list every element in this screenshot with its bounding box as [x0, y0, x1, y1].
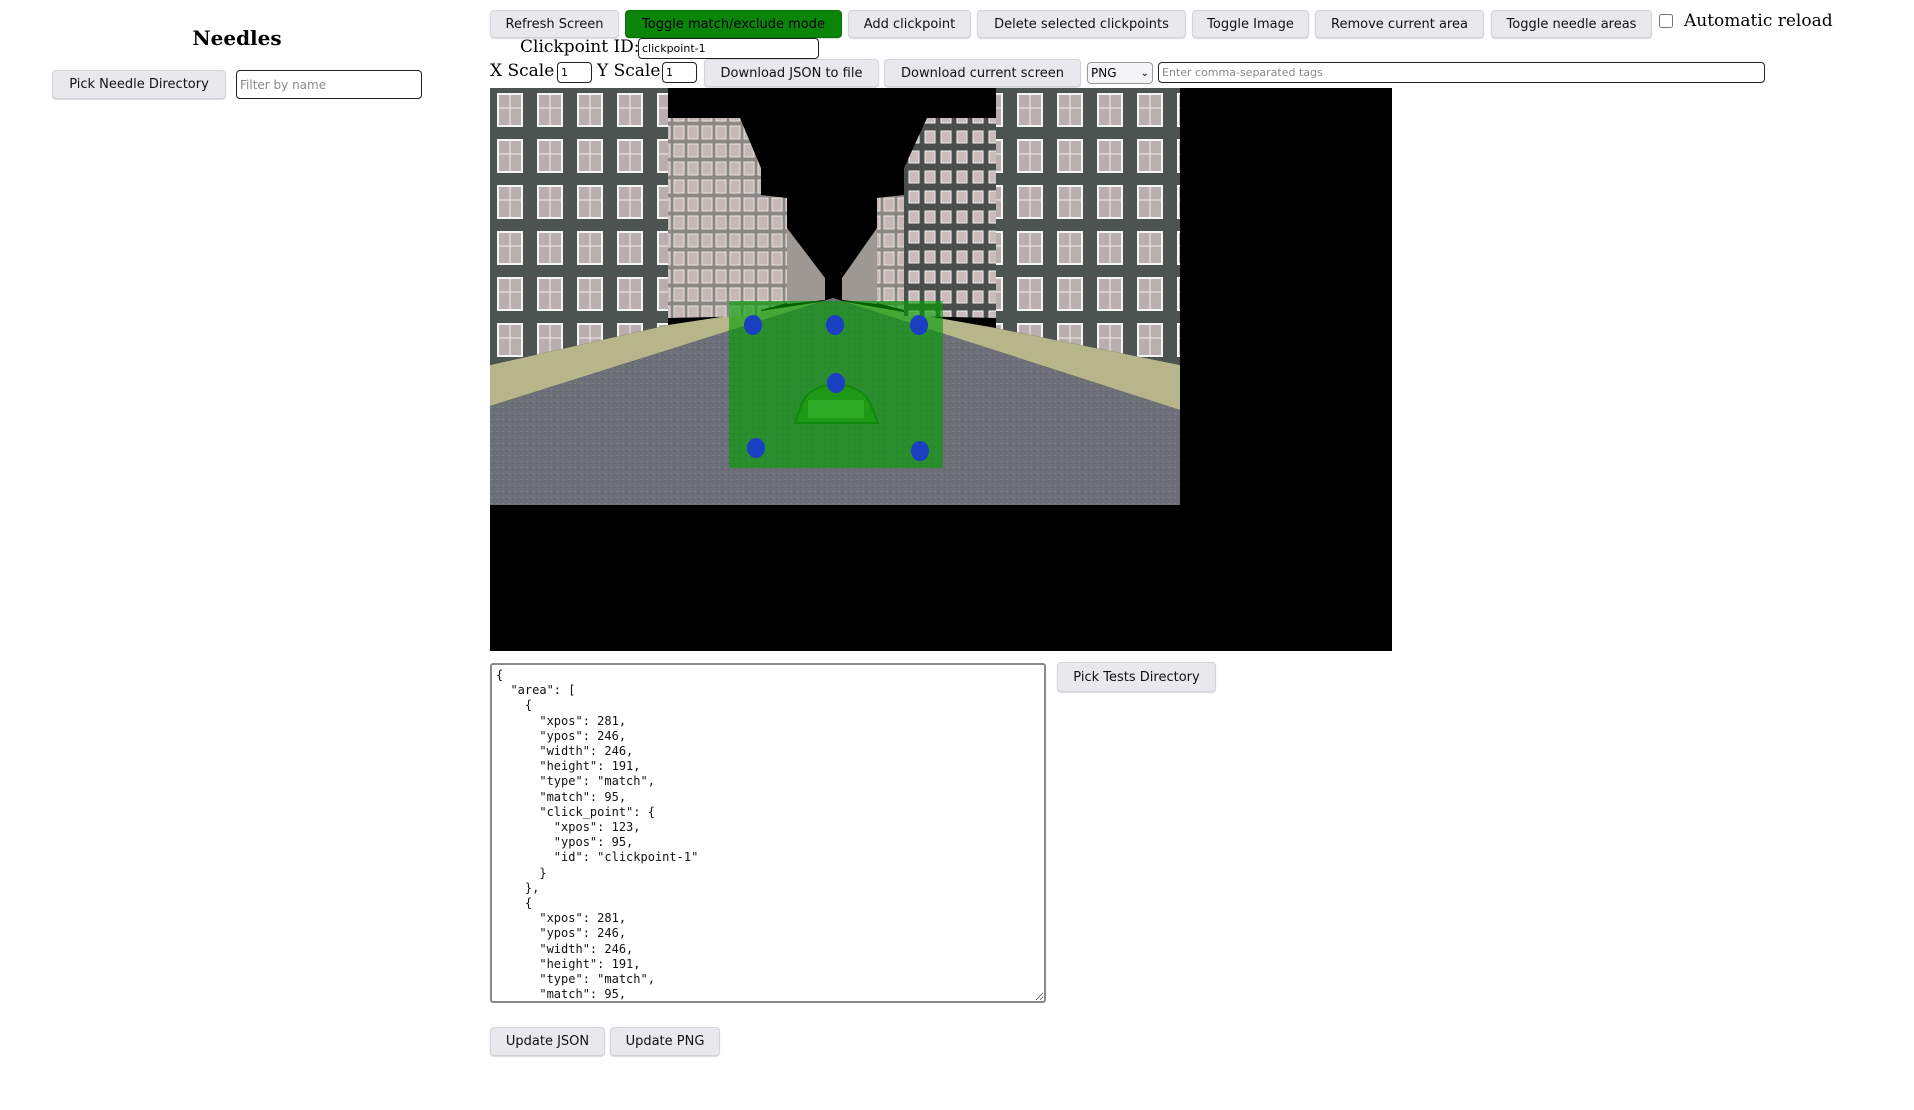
handle-top-center[interactable] — [826, 315, 844, 335]
toggle-match-exclude-button[interactable]: Toggle match/exclude mode — [625, 10, 842, 38]
remove-area-button[interactable]: Remove current area — [1315, 10, 1484, 38]
y-scale-input[interactable] — [662, 62, 697, 83]
clickpoint-id-label: Clickpoint ID: — [520, 37, 640, 57]
screen-canvas[interactable] — [490, 88, 1392, 651]
filter-input[interactable] — [236, 70, 422, 99]
x-scale-label: X Scale — [490, 61, 555, 81]
format-select-value: PNG — [1091, 66, 1117, 80]
x-scale-input[interactable] — [557, 62, 592, 83]
delete-clickpoints-button[interactable]: Delete selected clickpoints — [977, 10, 1186, 38]
handle-top-right[interactable] — [910, 315, 928, 335]
refresh-screen-button[interactable]: Refresh Screen — [490, 10, 619, 38]
pick-tests-directory-button[interactable]: Pick Tests Directory — [1057, 662, 1216, 692]
handle-bottom-right[interactable] — [911, 441, 929, 461]
automatic-reload-label: Automatic reload — [1684, 11, 1833, 31]
toggle-image-button[interactable]: Toggle Image — [1192, 10, 1309, 38]
download-json-button[interactable]: Download JSON to file — [704, 59, 879, 87]
tags-input[interactable] — [1158, 62, 1765, 83]
needles-title: Needles — [192, 26, 282, 50]
automatic-reload-checkbox[interactable] — [1659, 14, 1673, 28]
json-editor[interactable] — [490, 663, 1046, 1003]
add-clickpoint-button[interactable]: Add clickpoint — [848, 10, 971, 38]
handle-bottom-left[interactable] — [747, 438, 765, 458]
toggle-needle-areas-button[interactable]: Toggle needle areas — [1491, 10, 1652, 38]
download-screen-button[interactable]: Download current screen — [884, 59, 1081, 87]
y-scale-label: Y Scale — [597, 61, 661, 81]
clickpoint-marker[interactable] — [827, 373, 845, 393]
chevron-down-icon: ⌄ — [1140, 67, 1149, 79]
clickpoint-id-input[interactable] — [638, 38, 819, 59]
update-png-button[interactable]: Update PNG — [610, 1027, 720, 1056]
update-json-button[interactable]: Update JSON — [490, 1027, 605, 1056]
handle-top-left[interactable] — [744, 315, 762, 335]
format-select[interactable]: PNG ⌄ — [1087, 62, 1153, 84]
pick-needle-directory-button[interactable]: Pick Needle Directory — [52, 70, 226, 99]
screenshot-image — [490, 88, 1180, 505]
